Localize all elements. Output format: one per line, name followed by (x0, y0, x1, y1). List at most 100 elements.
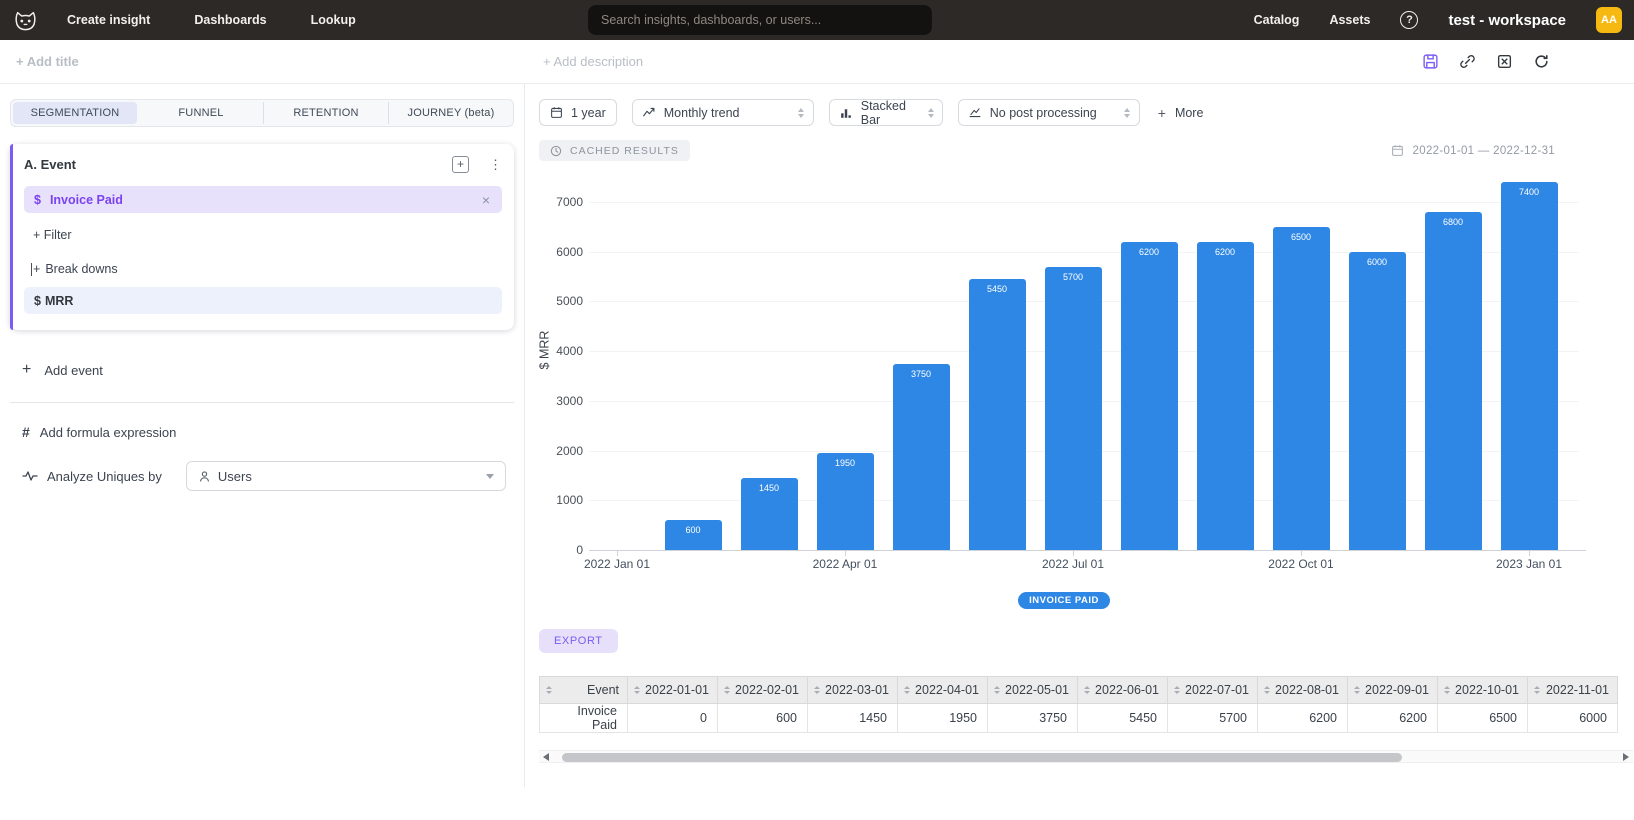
select-monthly-trend[interactable]: Monthly trend (632, 99, 814, 126)
column-header-2022-10-01[interactable]: 2022-10-01 (1438, 677, 1528, 704)
date-range-button[interactable]: 1 year (539, 99, 617, 126)
export-button[interactable]: EXPORT (539, 629, 618, 653)
nav-item-dashboards[interactable]: Dashboards (194, 13, 266, 27)
table-row: Invoice Paid0600145019503750545057006200… (540, 704, 1618, 733)
analyze-by-select[interactable]: Users (186, 461, 506, 491)
column-header-label: Event (587, 683, 619, 697)
calendar-icon (550, 106, 563, 119)
sort-icon (904, 686, 910, 694)
horizontal-scrollbar[interactable] (539, 750, 1633, 763)
sort-icon (814, 686, 820, 694)
more-options-button[interactable]: + More (1158, 105, 1204, 121)
scrollbar-thumb[interactable] (562, 753, 1402, 762)
chevron-down-icon (486, 474, 494, 479)
waveform-icon (22, 469, 38, 483)
y-tick-label: 4000 (539, 344, 583, 358)
breakdowns-button[interactable]: Break downs (24, 262, 502, 276)
tab-journey-beta-[interactable]: JOURNEY (beta) (389, 102, 513, 124)
nav-item-create-insight[interactable]: Create insight (67, 13, 150, 27)
column-header-label: 2022-11-01 (1546, 683, 1609, 697)
column-header-label: 2022-01-01 (645, 683, 709, 697)
column-header-2022-06-01[interactable]: 2022-06-01 (1078, 677, 1168, 704)
bar-2023-01-01[interactable]: 7400 (1501, 182, 1558, 550)
duplicate-event-icon[interactable]: + (452, 156, 469, 173)
sort-icon (634, 686, 640, 694)
bar-2022-09-01[interactable]: 6200 (1197, 242, 1254, 550)
bar-2022-11-01[interactable]: 6000 (1349, 252, 1406, 550)
bar-2022-12-01[interactable]: 6800 (1425, 212, 1482, 550)
selected-event-label: Invoice Paid (50, 193, 123, 207)
select-value: Monthly trend (664, 106, 740, 120)
person-icon (198, 470, 211, 483)
bar-chart-icon (839, 106, 853, 119)
x-tick-mark (1529, 551, 1530, 556)
bar-2022-04-01[interactable]: 1950 (817, 453, 874, 550)
breakdown-field-row[interactable]: $MRR (24, 287, 502, 314)
x-square-icon[interactable] (1496, 53, 1513, 70)
bar-value-label: 6500 (1273, 232, 1330, 242)
column-header-2022-08-01[interactable]: 2022-08-01 (1258, 677, 1348, 704)
column-header-2022-04-01[interactable]: 2022-04-01 (898, 677, 988, 704)
help-icon[interactable]: ? (1400, 11, 1418, 29)
breakdowns-label: Break downs (45, 262, 117, 276)
bar-2022-06-01[interactable]: 5450 (969, 279, 1026, 550)
scroll-right-icon[interactable] (1623, 753, 1629, 761)
add-event-button[interactable]: + Add event (10, 361, 514, 379)
table-cell: 5700 (1168, 704, 1258, 733)
bar-value-label: 6200 (1121, 247, 1178, 257)
date-range-display[interactable]: 2022-01-01 — 2022-12-31 (1391, 144, 1555, 157)
column-header-2022-07-01[interactable]: 2022-07-01 (1168, 677, 1258, 704)
post-processing-icon (968, 106, 982, 119)
refresh-icon[interactable] (1533, 53, 1550, 70)
column-header-label: 2022-03-01 (825, 683, 889, 697)
sort-icon (1174, 686, 1180, 694)
column-header-2022-09-01[interactable]: 2022-09-01 (1348, 677, 1438, 704)
remove-event-icon[interactable]: × (482, 192, 490, 208)
nav-item-assets[interactable]: Assets (1329, 13, 1370, 27)
panel-divider (10, 402, 514, 403)
scroll-left-icon[interactable] (543, 753, 549, 761)
selected-event-row[interactable]: $ Invoice Paid × (24, 186, 502, 213)
nav-item-catalog[interactable]: Catalog (1254, 13, 1300, 27)
event-menu-icon[interactable]: ⋮ (489, 160, 502, 170)
app-logo[interactable] (12, 9, 39, 32)
column-header-event[interactable]: Event (540, 677, 628, 704)
column-header-2022-03-01[interactable]: 2022-03-01 (808, 677, 898, 704)
x-tick-mark (845, 551, 846, 556)
save-icon[interactable] (1422, 53, 1439, 70)
column-header-label: 2022-04-01 (915, 683, 979, 697)
bar-2022-08-01[interactable]: 6200 (1121, 242, 1178, 550)
tab-segmentation[interactable]: SEGMENTATION (13, 102, 137, 124)
search-input[interactable] (588, 5, 932, 35)
add-filter-button[interactable]: + Filter (24, 228, 502, 242)
bar-2022-05-01[interactable]: 3750 (893, 364, 950, 550)
add-formula-button[interactable]: # Add formula expression (10, 424, 514, 440)
analyze-by-value: Users (218, 469, 252, 484)
bar-2022-02-01[interactable]: 600 (665, 520, 722, 550)
share-link-icon[interactable] (1459, 53, 1476, 70)
tab-funnel[interactable]: FUNNEL (139, 102, 264, 124)
select-no-post-processing[interactable]: No post processing (958, 99, 1140, 126)
analyze-uniques-label: Analyze Uniques by (47, 469, 162, 484)
select-stacked-bar[interactable]: Stacked Bar (829, 99, 943, 126)
insight-type-tabs: SEGMENTATIONFUNNELRETENTIONJOURNEY (beta… (10, 99, 514, 127)
sort-icon (546, 686, 552, 694)
y-tick-label: 1000 (539, 493, 583, 507)
bar-2022-10-01[interactable]: 6500 (1273, 227, 1330, 550)
nav-item-lookup[interactable]: Lookup (311, 13, 356, 27)
tab-retention[interactable]: RETENTION (264, 102, 389, 124)
chart-toolbar: 1 year Monthly trend Stacked Bar No post p… (539, 99, 1634, 126)
plus-icon: + (1158, 105, 1166, 121)
bar-2022-03-01[interactable]: 1450 (741, 478, 798, 550)
add-description-button[interactable]: + Add description (543, 54, 643, 69)
add-title-button[interactable]: + Add title (16, 54, 79, 69)
column-header-2022-05-01[interactable]: 2022-05-01 (988, 677, 1078, 704)
column-header-2022-02-01[interactable]: 2022-02-01 (718, 677, 808, 704)
bar-2022-07-01[interactable]: 5700 (1045, 267, 1102, 550)
avatar[interactable]: AA (1596, 7, 1622, 33)
table-cell: 5450 (1078, 704, 1168, 733)
column-header-2022-11-01[interactable]: 2022-11-01 (1528, 677, 1618, 704)
column-header-2022-01-01[interactable]: 2022-01-01 (628, 677, 718, 704)
legend-item-invoice-paid[interactable]: Invoice Paid (1018, 592, 1110, 609)
workspace-name[interactable]: test - workspace (1448, 12, 1566, 29)
